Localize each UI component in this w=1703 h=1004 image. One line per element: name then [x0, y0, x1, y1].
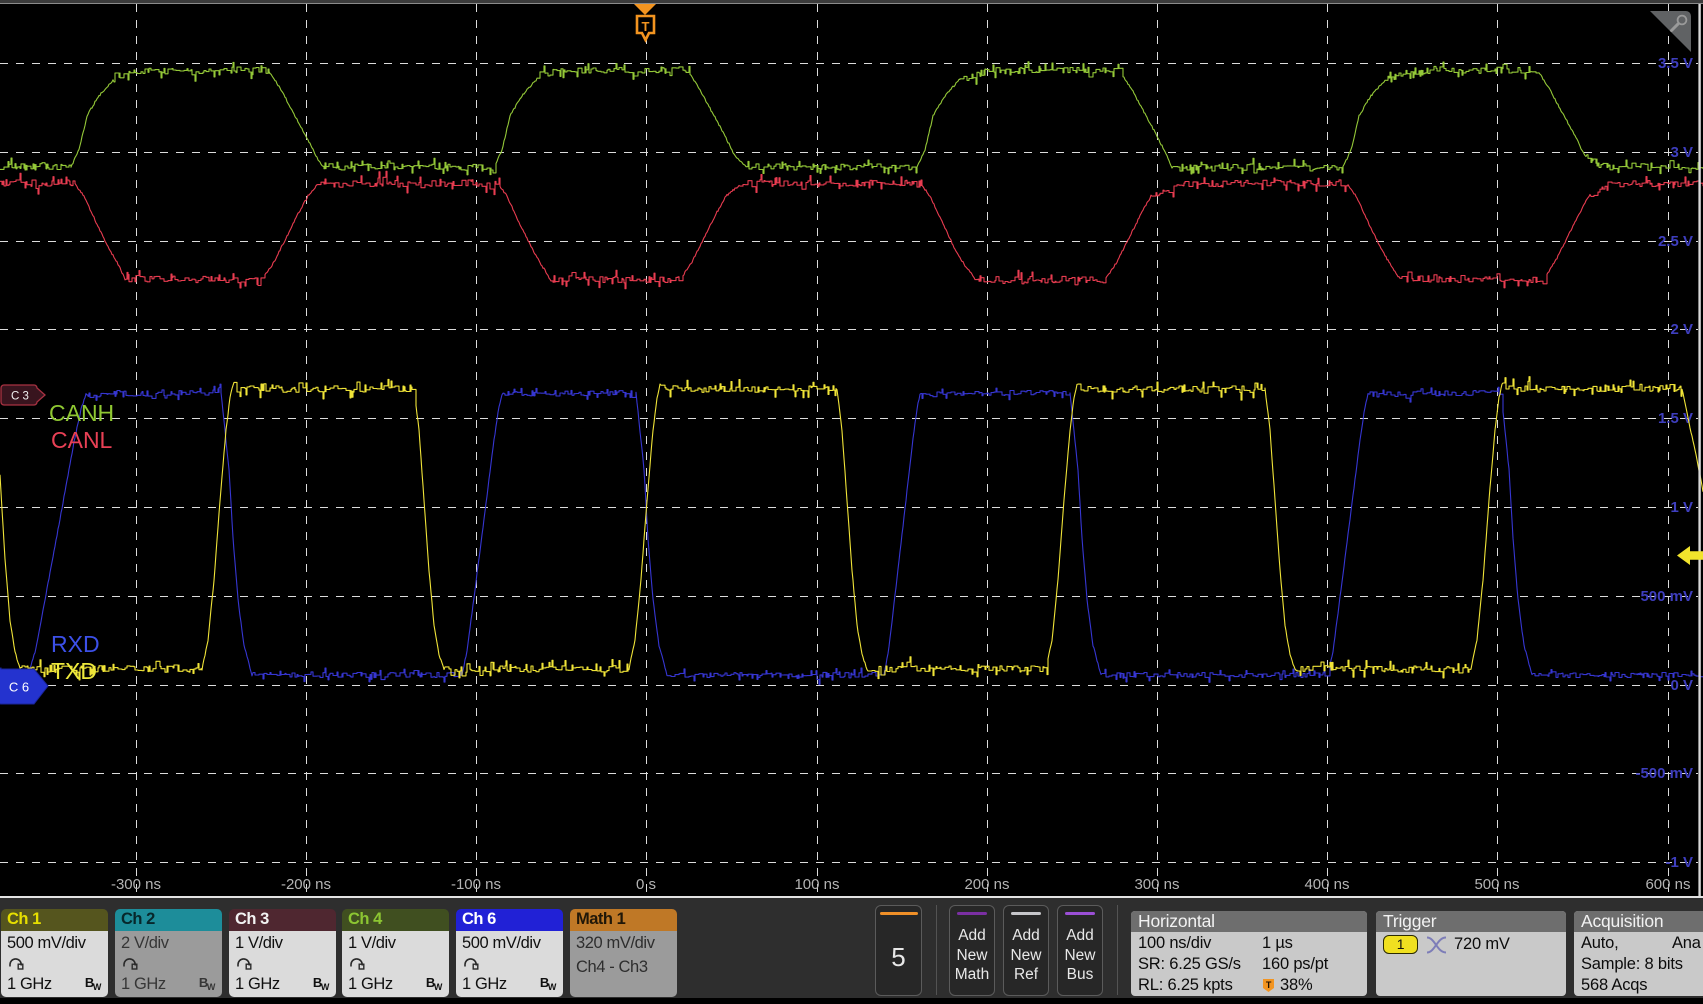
svg-text:RXD: RXD — [51, 631, 100, 657]
svg-text:-200 ns: -200 ns — [281, 876, 331, 893]
svg-text:T: T — [1266, 980, 1272, 990]
svg-text:100 ns: 100 ns — [794, 876, 839, 893]
svg-text:600 ns: 600 ns — [1645, 876, 1690, 893]
svg-text:-1 V: -1 V — [1665, 854, 1693, 871]
svg-text:2 V: 2 V — [1670, 321, 1693, 338]
svg-text:-300 ns: -300 ns — [111, 876, 161, 893]
svg-text:C 6: C 6 — [9, 680, 29, 695]
svg-text:TXD: TXD — [51, 658, 97, 684]
svg-text:1 V: 1 V — [1670, 499, 1693, 516]
svg-text:0 V: 0 V — [1670, 677, 1693, 694]
svg-text:500 mV: 500 mV — [1640, 588, 1693, 605]
svg-text:3.5 V: 3.5 V — [1658, 55, 1693, 72]
svg-text:500 ns: 500 ns — [1474, 876, 1519, 893]
svg-text:T: T — [642, 19, 650, 34]
svg-text:C 3: C 3 — [11, 391, 29, 403]
svg-text:CANH: CANH — [49, 400, 114, 426]
svg-text:0 s: 0 s — [636, 876, 656, 893]
svg-text:3 V: 3 V — [1670, 144, 1693, 161]
svg-text:400 ns: 400 ns — [1304, 876, 1349, 893]
svg-text:300 ns: 300 ns — [1134, 876, 1179, 893]
svg-text:CANL: CANL — [51, 427, 113, 453]
svg-text:2.5 V: 2.5 V — [1658, 233, 1693, 250]
svg-text:-500 mV: -500 mV — [1635, 765, 1693, 782]
svg-text:-100 ns: -100 ns — [451, 876, 501, 893]
svg-text:200 ns: 200 ns — [964, 876, 1009, 893]
